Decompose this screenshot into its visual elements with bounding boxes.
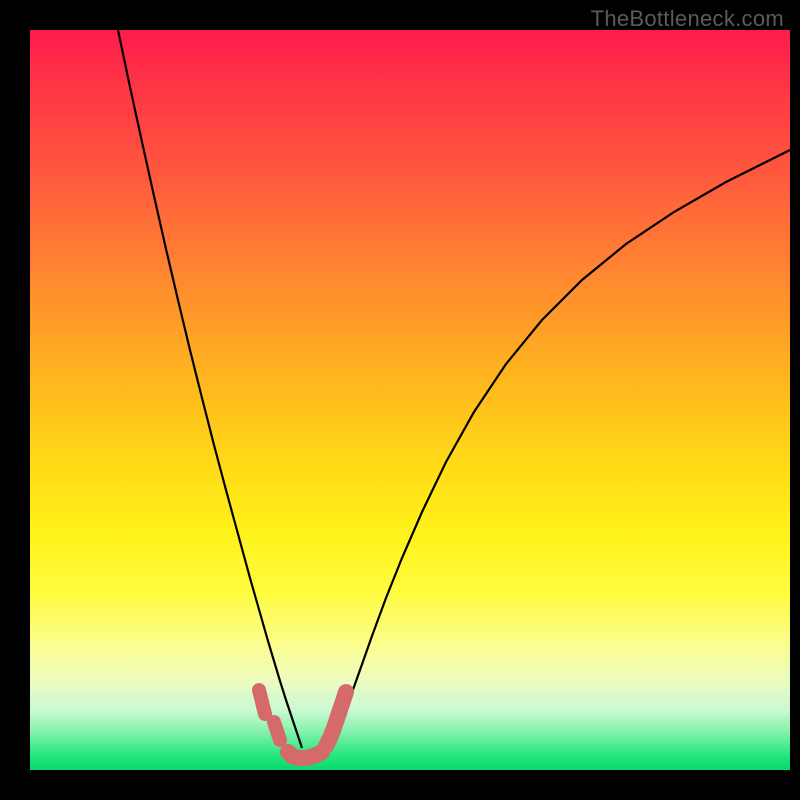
pink-dot-left-lower	[274, 722, 280, 740]
chart-frame: TheBottleneck.com	[0, 0, 800, 800]
pink-dot-left-upper	[259, 690, 265, 714]
curve-layer	[30, 30, 790, 770]
plot-area	[30, 30, 790, 770]
watermark-text: TheBottleneck.com	[591, 6, 784, 32]
left-curve	[118, 30, 302, 748]
right-curve	[330, 150, 790, 748]
pink-right-rise	[326, 692, 346, 746]
pink-bottom-run	[288, 752, 322, 758]
